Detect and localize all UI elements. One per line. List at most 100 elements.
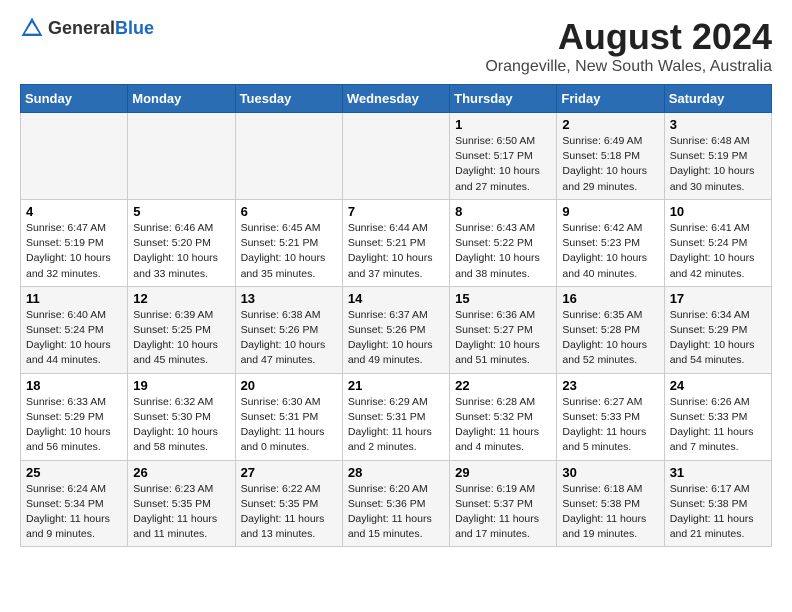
calendar-cell: 20 Sunrise: 6:30 AM Sunset: 5:31 PM Dayli… xyxy=(235,373,342,460)
week-row-1: 1 Sunrise: 6:50 AM Sunset: 5:17 PM Daylig… xyxy=(21,113,772,200)
calendar-cell: 30Sunrise: 6:18 AM Sunset: 5:38 PM Dayli… xyxy=(557,460,664,547)
calendar-cell: 6 Sunrise: 6:45 AM Sunset: 5:21 PM Daylig… xyxy=(235,199,342,286)
day-number: 22 xyxy=(455,378,551,393)
day-number: 10 xyxy=(670,204,766,219)
day-number: 17 xyxy=(670,291,766,306)
header-day-monday: Monday xyxy=(128,85,235,113)
day-number: 19 xyxy=(133,378,229,393)
week-row-3: 11 Sunrise: 6:40 AM Sunset: 5:24 PM Dayli… xyxy=(21,286,772,373)
calendar-cell: 4 Sunrise: 6:47 AM Sunset: 5:19 PM Daylig… xyxy=(21,199,128,286)
day-number: 21 xyxy=(348,378,444,393)
day-number: 3 xyxy=(670,117,766,132)
calendar-cell: 24 Sunrise: 6:26 AM Sunset: 5:33 PM Dayli… xyxy=(664,373,771,460)
day-info: Sunrise: 6:37 AM Sunset: 5:26 PM Dayligh… xyxy=(348,308,444,369)
week-row-5: 25Sunrise: 6:24 AM Sunset: 5:34 PM Dayli… xyxy=(21,460,772,547)
day-number: 9 xyxy=(562,204,658,219)
title-area: August 2024 Orangeville, New South Wales… xyxy=(485,16,772,76)
day-info: Sunrise: 6:46 AM Sunset: 5:20 PM Dayligh… xyxy=(133,221,229,282)
day-info: Sunrise: 6:50 AM Sunset: 5:17 PM Dayligh… xyxy=(455,134,551,195)
day-info: Sunrise: 6:32 AM Sunset: 5:30 PM Dayligh… xyxy=(133,395,229,456)
day-number: 5 xyxy=(133,204,229,219)
day-number: 12 xyxy=(133,291,229,306)
calendar-cell: 28Sunrise: 6:20 AM Sunset: 5:36 PM Dayli… xyxy=(342,460,449,547)
day-info: Sunrise: 6:19 AM Sunset: 5:37 PM Dayligh… xyxy=(455,482,551,543)
calendar-cell: 19 Sunrise: 6:32 AM Sunset: 5:30 PM Dayli… xyxy=(128,373,235,460)
calendar-cell: 26 Sunrise: 6:23 AM Sunset: 5:35 PM Dayli… xyxy=(128,460,235,547)
day-number: 20 xyxy=(241,378,337,393)
calendar-cell xyxy=(342,113,449,200)
page-subtitle: Orangeville, New South Wales, Australia xyxy=(485,58,772,76)
day-info: Sunrise: 6:23 AM Sunset: 5:35 PM Dayligh… xyxy=(133,482,229,543)
day-number: 29 xyxy=(455,465,551,480)
day-info: Sunrise: 6:30 AM Sunset: 5:31 PM Dayligh… xyxy=(241,395,337,456)
logo-text-general: General xyxy=(48,18,115,38)
day-info: Sunrise: 6:44 AM Sunset: 5:21 PM Dayligh… xyxy=(348,221,444,282)
calendar-cell: 27 Sunrise: 6:22 AM Sunset: 5:35 PM Dayli… xyxy=(235,460,342,547)
calendar-cell: 25Sunrise: 6:24 AM Sunset: 5:34 PM Dayli… xyxy=(21,460,128,547)
calendar-cell: 7Sunrise: 6:44 AM Sunset: 5:21 PM Daylig… xyxy=(342,199,449,286)
day-number: 15 xyxy=(455,291,551,306)
page-title: August 2024 xyxy=(485,16,772,58)
day-number: 23 xyxy=(562,378,658,393)
logo-text-blue: Blue xyxy=(115,18,154,38)
day-info: Sunrise: 6:27 AM Sunset: 5:33 PM Dayligh… xyxy=(562,395,658,456)
week-row-4: 18 Sunrise: 6:33 AM Sunset: 5:29 PM Dayli… xyxy=(21,373,772,460)
calendar-cell: 13 Sunrise: 6:38 AM Sunset: 5:26 PM Dayli… xyxy=(235,286,342,373)
day-number: 13 xyxy=(241,291,337,306)
day-info: Sunrise: 6:47 AM Sunset: 5:19 PM Dayligh… xyxy=(26,221,122,282)
calendar-cell xyxy=(235,113,342,200)
logo: GeneralBlue xyxy=(20,16,154,40)
calendar-cell: 17 Sunrise: 6:34 AM Sunset: 5:29 PM Dayli… xyxy=(664,286,771,373)
header-day-sunday: Sunday xyxy=(21,85,128,113)
day-info: Sunrise: 6:42 AM Sunset: 5:23 PM Dayligh… xyxy=(562,221,658,282)
calendar-cell: 12 Sunrise: 6:39 AM Sunset: 5:25 PM Dayli… xyxy=(128,286,235,373)
calendar-cell: 16 Sunrise: 6:35 AM Sunset: 5:28 PM Dayli… xyxy=(557,286,664,373)
day-info: Sunrise: 6:40 AM Sunset: 5:24 PM Dayligh… xyxy=(26,308,122,369)
calendar-table: SundayMondayTuesdayWednesdayThursdayFrid… xyxy=(20,84,772,547)
header-day-friday: Friday xyxy=(557,85,664,113)
logo-icon xyxy=(20,16,44,40)
day-info: Sunrise: 6:18 AM Sunset: 5:38 PM Dayligh… xyxy=(562,482,658,543)
day-number: 24 xyxy=(670,378,766,393)
calendar-cell: 1 Sunrise: 6:50 AM Sunset: 5:17 PM Daylig… xyxy=(450,113,557,200)
day-number: 18 xyxy=(26,378,122,393)
day-info: Sunrise: 6:39 AM Sunset: 5:25 PM Dayligh… xyxy=(133,308,229,369)
header-day-wednesday: Wednesday xyxy=(342,85,449,113)
day-info: Sunrise: 6:38 AM Sunset: 5:26 PM Dayligh… xyxy=(241,308,337,369)
calendar-cell xyxy=(21,113,128,200)
calendar-cell: 3 Sunrise: 6:48 AM Sunset: 5:19 PM Daylig… xyxy=(664,113,771,200)
day-info: Sunrise: 6:22 AM Sunset: 5:35 PM Dayligh… xyxy=(241,482,337,543)
day-number: 16 xyxy=(562,291,658,306)
day-number: 8 xyxy=(455,204,551,219)
calendar-cell: 14Sunrise: 6:37 AM Sunset: 5:26 PM Dayli… xyxy=(342,286,449,373)
header-day-thursday: Thursday xyxy=(450,85,557,113)
day-number: 28 xyxy=(348,465,444,480)
calendar-cell xyxy=(128,113,235,200)
day-info: Sunrise: 6:28 AM Sunset: 5:32 PM Dayligh… xyxy=(455,395,551,456)
day-number: 26 xyxy=(133,465,229,480)
week-row-2: 4 Sunrise: 6:47 AM Sunset: 5:19 PM Daylig… xyxy=(21,199,772,286)
day-info: Sunrise: 6:41 AM Sunset: 5:24 PM Dayligh… xyxy=(670,221,766,282)
header-row: SundayMondayTuesdayWednesdayThursdayFrid… xyxy=(21,85,772,113)
day-info: Sunrise: 6:35 AM Sunset: 5:28 PM Dayligh… xyxy=(562,308,658,369)
day-info: Sunrise: 6:34 AM Sunset: 5:29 PM Dayligh… xyxy=(670,308,766,369)
day-number: 1 xyxy=(455,117,551,132)
header-day-tuesday: Tuesday xyxy=(235,85,342,113)
day-info: Sunrise: 6:45 AM Sunset: 5:21 PM Dayligh… xyxy=(241,221,337,282)
day-number: 2 xyxy=(562,117,658,132)
day-info: Sunrise: 6:33 AM Sunset: 5:29 PM Dayligh… xyxy=(26,395,122,456)
calendar-cell: 15Sunrise: 6:36 AM Sunset: 5:27 PM Dayli… xyxy=(450,286,557,373)
day-info: Sunrise: 6:48 AM Sunset: 5:19 PM Dayligh… xyxy=(670,134,766,195)
day-info: Sunrise: 6:26 AM Sunset: 5:33 PM Dayligh… xyxy=(670,395,766,456)
day-number: 31 xyxy=(670,465,766,480)
header-day-saturday: Saturday xyxy=(664,85,771,113)
calendar-body: 1 Sunrise: 6:50 AM Sunset: 5:17 PM Daylig… xyxy=(21,113,772,547)
day-number: 4 xyxy=(26,204,122,219)
calendar-cell: 2Sunrise: 6:49 AM Sunset: 5:18 PM Daylig… xyxy=(557,113,664,200)
day-number: 27 xyxy=(241,465,337,480)
calendar-cell: 21 Sunrise: 6:29 AM Sunset: 5:31 PM Dayli… xyxy=(342,373,449,460)
calendar-cell: 8Sunrise: 6:43 AM Sunset: 5:22 PM Daylig… xyxy=(450,199,557,286)
day-number: 6 xyxy=(241,204,337,219)
day-info: Sunrise: 6:29 AM Sunset: 5:31 PM Dayligh… xyxy=(348,395,444,456)
day-number: 11 xyxy=(26,291,122,306)
